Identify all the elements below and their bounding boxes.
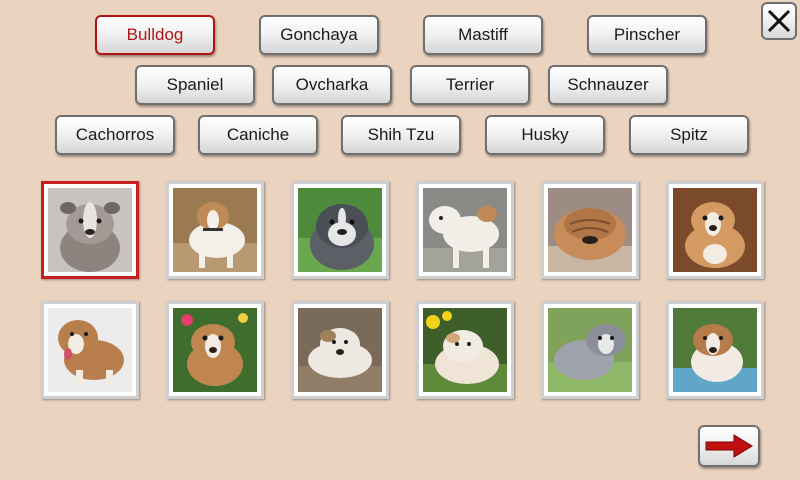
breed-button-cachorros[interactable]: Cachorros: [55, 115, 175, 155]
thumbnail-2[interactable]: [166, 181, 264, 279]
bulldog-photo: [298, 188, 382, 272]
thumbnail-8[interactable]: [166, 301, 264, 399]
breed-button-terrier[interactable]: Terrier: [410, 65, 530, 105]
bulldog-photo: [48, 188, 132, 272]
thumbnail-5[interactable]: [541, 181, 639, 279]
thumbnail-11[interactable]: [541, 301, 639, 399]
thumbnail-7[interactable]: [41, 301, 139, 399]
breed-button-spaniel[interactable]: Spaniel: [135, 65, 255, 105]
bulldog-photo: [298, 308, 382, 392]
bulldog-photo: [173, 308, 257, 392]
thumbnail-9[interactable]: [291, 301, 389, 399]
breed-button-caniche[interactable]: Caniche: [198, 115, 318, 155]
breed-button-shih-tzu[interactable]: Shih Tzu: [341, 115, 461, 155]
bulldog-photo: [673, 188, 757, 272]
bulldog-photo: [423, 308, 507, 392]
close-button[interactable]: [761, 2, 797, 40]
thumbnail-3[interactable]: [291, 181, 389, 279]
bulldog-photo: [548, 308, 632, 392]
thumbnail-10[interactable]: [416, 301, 514, 399]
breed-button-gonchaya[interactable]: Gonchaya: [259, 15, 379, 55]
breed-button-schnauzer[interactable]: Schnauzer: [548, 65, 668, 105]
thumbnail-12[interactable]: [666, 301, 764, 399]
breed-button-ovcharka[interactable]: Ovcharka: [272, 65, 392, 105]
thumbnail-1[interactable]: [41, 181, 139, 279]
arrow-right-icon: [705, 434, 753, 458]
thumbnail-6[interactable]: [666, 181, 764, 279]
next-button[interactable]: [698, 425, 760, 467]
bulldog-photo: [423, 188, 507, 272]
breed-button-bulldog[interactable]: Bulldog: [95, 15, 215, 55]
bulldog-photo: [173, 188, 257, 272]
breed-button-spitz[interactable]: Spitz: [629, 115, 749, 155]
bulldog-photo: [673, 308, 757, 392]
bulldog-photo: [548, 188, 632, 272]
breed-button-husky[interactable]: Husky: [485, 115, 605, 155]
thumbnail-4[interactable]: [416, 181, 514, 279]
breed-button-pinscher[interactable]: Pinscher: [587, 15, 707, 55]
bulldog-photo: [48, 308, 132, 392]
close-icon: [767, 9, 791, 33]
breed-button-mastiff[interactable]: Mastiff: [423, 15, 543, 55]
